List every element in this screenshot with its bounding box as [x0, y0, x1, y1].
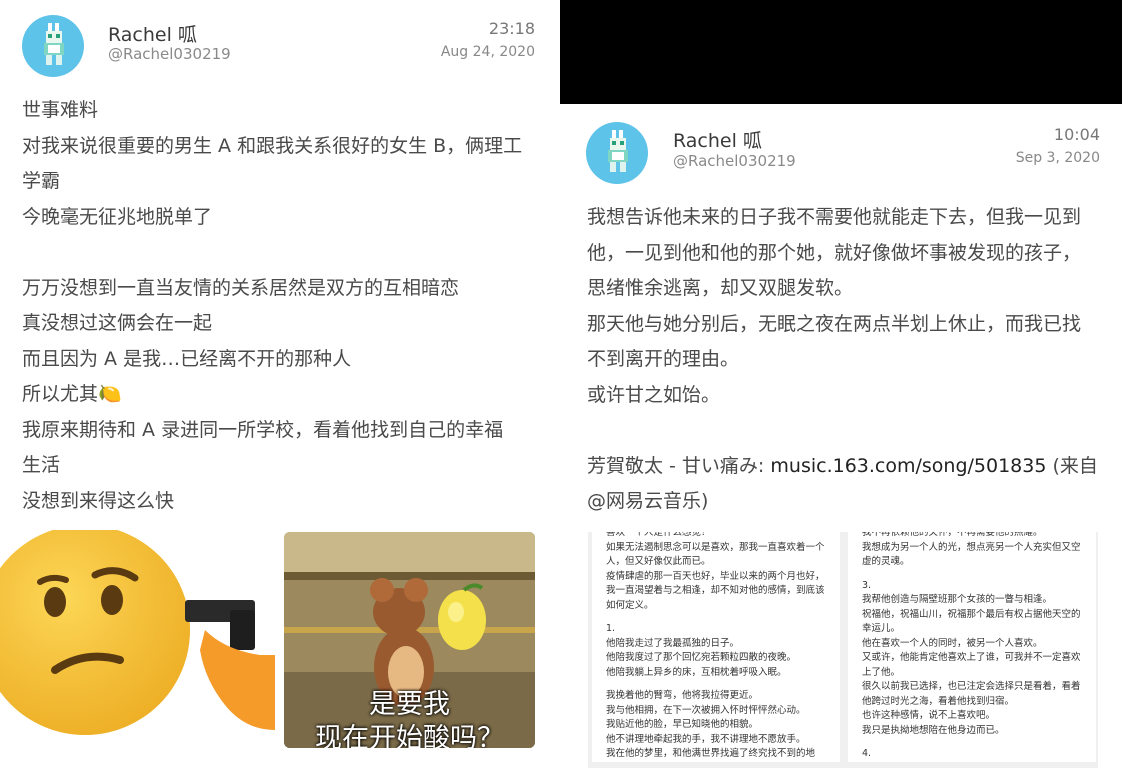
share-source[interactable]: @网易云音乐): [587, 484, 1098, 520]
post-date: Sep 3, 2020: [1015, 150, 1100, 166]
text-line: 不到离开的理由。: [587, 348, 740, 370]
user-handle[interactable]: @Rachel030219: [108, 45, 231, 63]
user-name[interactable]: Rachel 呱: [673, 126, 762, 153]
doc-line: 我帮他创造与隔壁班那个女孩的一瞥与相逢。: [862, 594, 1053, 605]
doc-line: 如果无法遏制思念可以是喜欢，那我一直喜欢着一个: [606, 541, 825, 553]
doc-line: 他不讲理地牵起我的手，我不讲理地不愿放手。: [606, 733, 806, 745]
avatar[interactable]: [22, 15, 84, 77]
doc-line: 他在喜欢一个人的同时，被另一个人喜欢。: [862, 637, 1043, 649]
meme-caption-line: 现在开始酸吗？: [315, 723, 504, 748]
doc-line: 他陪我走过了我最孤独的日子。: [606, 637, 740, 649]
doc-line: 3.: [862, 579, 872, 591]
post-body: 我想告诉他未来的日子我不需要他就能走下去，但我一见到 他，一见到他和他的那个她，…: [587, 200, 1098, 520]
post-time: 23:18: [488, 19, 535, 38]
long-text-image[interactable]: 喜欢一个人是什么感觉？ 如果无法遏制思念可以是喜欢，那我一直喜欢着一个 人，但又好像…: [588, 532, 1098, 768]
doc-line: 我挽着他的臂弯，他将我拉得更近。: [606, 690, 759, 701]
text-line: 今晚毫无征兆地脱单了: [22, 205, 213, 228]
post-card-1: Rachel 呱 @Rachel030219 23:18 Aug 24, 202…: [0, 0, 560, 768]
doc-line: 上了他。: [862, 666, 901, 678]
doc-line: 喜欢一个人是什么感觉？: [606, 532, 711, 538]
text-line: 我原来期待和 A 录进同一所学校，看着他找到自己的幸福: [22, 418, 504, 441]
post-card-2: Rachel 呱 @Rachel030219 10:04 Sep 3, 2020…: [560, 104, 1122, 768]
text-line: 那天他与她分别后，无眠之夜在两点半划上休止，而我已找: [587, 312, 1082, 335]
doc-line: 他陪我躺上异乡的床，互相枕着呼吸入眠。: [606, 666, 787, 678]
text-line: 世事难料: [22, 99, 99, 121]
text-line: 学霸: [22, 170, 61, 192]
text-line: 万万没想到一直当友情的关系居然是双方的互相暗恋: [22, 276, 460, 299]
doc-line: 疫情肆虐的那一百天也好，毕业以来的两个月也好，: [606, 570, 825, 582]
doc-line: 人，但又好像仅此而已。: [606, 556, 711, 567]
doc-column-left: 喜欢一个人是什么感觉？ 如果无法遏制思念可以是喜欢，那我一直喜欢着一个 人，但又好像…: [592, 532, 840, 762]
share-prefix: 芳賀敬太 - 甘い痛み:: [587, 454, 771, 477]
doc-line: 我一直渴望着与之相逢，却不知对他的感情，到底该: [606, 585, 825, 596]
robot-avatar-icon: [608, 130, 628, 172]
text-line: 我想告诉他未来的日子我不需要他就能走下去，但我一见到: [587, 206, 1082, 228]
doc-line: 很久以前我已选择，也已注定会选择只是看着，看着: [862, 681, 1081, 692]
avatar[interactable]: [586, 122, 648, 184]
text-line: 而且因为 A 是我…已经离不开的那种人: [22, 347, 352, 370]
text-line: 真没想过这俩会在一起: [22, 312, 213, 334]
doc-line: [862, 570, 1088, 579]
doc-line: 我贴近他的脸，早已知晓他的相貌。: [606, 719, 759, 730]
doc-line: 又或许，他能肯定他喜欢上了谁，可我并不一定喜欢: [862, 652, 1081, 663]
doc-line: 我在他的梦里，和他满世界找遍了终究找不到的地: [606, 748, 816, 759]
doc-line: 1.: [606, 623, 616, 634]
doc-line: 虚的灵魂。: [862, 556, 910, 567]
post-time: 10:04: [1053, 125, 1100, 144]
doc-line: 我与他相拥，在下一次被拥入怀时怦怦然心动。: [606, 704, 806, 716]
user-handle[interactable]: @Rachel030219: [673, 152, 796, 170]
doc-line: 他陪我度过了那个回忆宛若颗粒四散的夜晚。: [606, 652, 797, 663]
robot-avatar-icon: [44, 23, 64, 65]
text-line: 没想到来得这么快: [22, 489, 175, 512]
black-band: [560, 0, 1122, 104]
thinking-emoji-icon: [0, 530, 275, 735]
share-suffix: (来自: [1046, 454, 1098, 477]
doc-line: [862, 738, 1088, 747]
text-line: 他，一见到他和他的那个她，就好像做坏事被发现的孩子，: [587, 241, 1082, 264]
doc-line: 他跨过时光之海，看着他找到归宿。: [862, 695, 1015, 707]
meme-caption-line: 是要我: [369, 689, 450, 720]
music-link[interactable]: music.163.com/song/501835: [770, 455, 1046, 477]
doc-line: 如何定义。: [606, 599, 654, 611]
post-body: 世事难料 对我来说很重要的男生 A 和跟我关系很好的女生 B，俩理工 学霸 今晚…: [22, 93, 522, 519]
text-line: 所以尤其🍋: [22, 383, 122, 405]
text-line: 思绪惟余逃离，却又双腿发软。: [587, 277, 854, 299]
text-line: 或许甘之如饴。: [587, 383, 721, 406]
doc-column-right: 我不再依赖他的关怀，不再需要他的照耀。我想成为另一个人的光，想点亮另一个人充实但…: [848, 532, 1096, 762]
jerry-lemon-meme-image[interactable]: 是要我 现在开始酸吗？: [284, 532, 535, 748]
text-line: 对我来说很重要的男生 A 和跟我关系很好的女生 B，俩理工: [22, 134, 523, 157]
emoji-gun-image[interactable]: [0, 530, 275, 750]
doc-line: [606, 613, 832, 622]
user-name[interactable]: Rachel 呱: [108, 20, 197, 47]
share-line: 芳賀敬太 - 甘い痛み: music.163.com/song/501835 (…: [587, 449, 1098, 485]
doc-line: 也许这种感情，说不上喜欢吧。: [862, 710, 996, 721]
doc-line: 我不再依赖他的关怀，不再需要他的照耀。: [862, 532, 1043, 538]
text-line: 生活: [22, 454, 61, 476]
post-date: Aug 24, 2020: [440, 44, 535, 60]
doc-line: 我只是执拗地想陪在他身边而已。: [862, 724, 1005, 736]
doc-line: 我想成为另一个人的光，想点亮另一个人充实但又空: [862, 541, 1081, 553]
doc-line: [606, 680, 832, 689]
doc-line: 幸运儿。: [862, 623, 901, 634]
doc-line: 祝福他，祝福山川，祝福那个最后有权占据他天空的: [862, 608, 1081, 620]
doc-line: 4.: [862, 748, 872, 759]
